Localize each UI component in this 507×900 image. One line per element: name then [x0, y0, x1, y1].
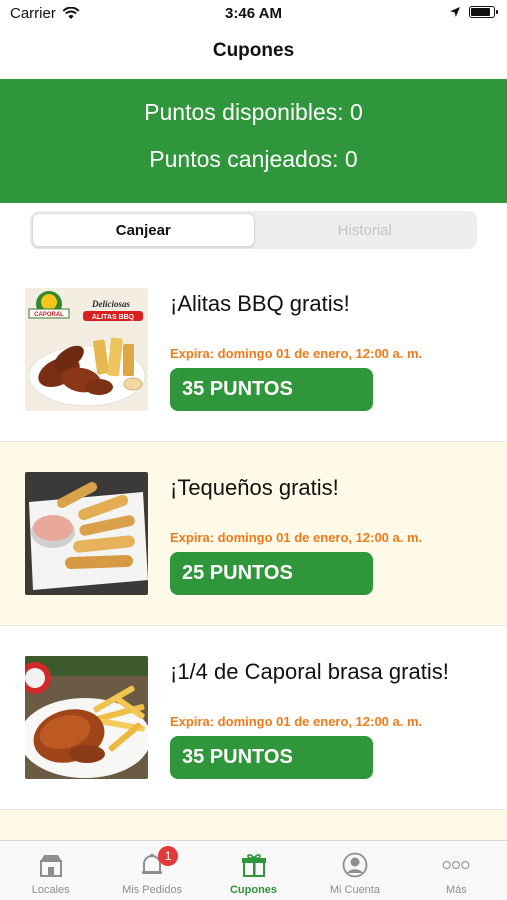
- tab-label: Mis Pedidos: [122, 884, 183, 896]
- available-points: Puntos disponibles: 0: [144, 99, 363, 125]
- promo-banner: ALITAS BBQ: [92, 314, 135, 321]
- status-right: [449, 6, 498, 18]
- battery-level: [471, 8, 490, 16]
- tab-bar: Locales 1 Mis Pedidos Cupones Mi Cuenta …: [0, 840, 507, 900]
- tab-historial[interactable]: Historial: [255, 213, 476, 247]
- coupon-list[interactable]: CAPORAL Deliciosas ALITAS BBQ ¡Alitas BB…: [0, 258, 507, 850]
- tab-mi-cuenta[interactable]: Mi Cuenta: [304, 841, 405, 900]
- tab-label: Mi Cuenta: [329, 884, 380, 896]
- tequenos-image: [25, 472, 148, 595]
- tab-mas[interactable]: Más: [406, 841, 507, 900]
- bbq-wings-image: CAPORAL Deliciosas ALITAS BBQ: [25, 288, 148, 411]
- coupon-item[interactable]: ¡1/4 de Caporal brasa gratis! Expira: do…: [0, 626, 507, 810]
- redeem-points-button[interactable]: 35 PUNTOS: [170, 736, 373, 779]
- tab-cupones[interactable]: Cupones: [203, 841, 304, 900]
- tab-mis-pedidos[interactable]: 1 Mis Pedidos: [101, 841, 202, 900]
- more-icon: [442, 851, 470, 879]
- coupon-expiry: Expira: domingo 01 de enero, 12:00 a. m.: [170, 714, 423, 729]
- redeem-points-button[interactable]: 25 PUNTOS: [170, 552, 373, 595]
- coupon-title: ¡Alitas BBQ gratis!: [170, 291, 350, 316]
- tab-label: Locales: [31, 884, 70, 896]
- coupon-expiry: Expira: domingo 01 de enero, 12:00 a. m.: [170, 530, 423, 545]
- orders-badge: 1: [158, 846, 179, 866]
- battery-icon: [469, 6, 498, 18]
- points-banner: Puntos disponibles: 0 Puntos canjeados: …: [0, 79, 507, 203]
- status-bar: Carrier 3:46 AM: [0, 0, 507, 30]
- redeemed-points: Puntos canjeados: 0: [149, 146, 358, 172]
- coupon-expiry: Expira: domingo 01 de enero, 12:00 a. m.: [170, 346, 423, 361]
- gift-icon: [240, 851, 268, 879]
- status-time: 3:46 AM: [225, 5, 282, 22]
- tab-label: Más: [445, 884, 467, 896]
- location-arrow-icon: [450, 7, 460, 17]
- roast-chicken-image: [25, 656, 148, 779]
- coupon-title: ¡1/4 de Caporal brasa gratis!: [170, 659, 449, 684]
- user-icon: [341, 851, 369, 879]
- promo-brand: CAPORAL: [34, 312, 64, 318]
- tab-locales[interactable]: Locales: [0, 841, 101, 900]
- coupon-title: ¡Tequeños gratis!: [170, 475, 339, 500]
- page-title: Cupones: [212, 40, 295, 61]
- promo-text: Deliciosas: [91, 299, 130, 309]
- segmented-control: Canjear Historial: [30, 211, 477, 249]
- coupon-item[interactable]: ¡Tequeños gratis! Expira: domingo 01 de …: [0, 442, 507, 626]
- redeem-points-button[interactable]: 35 PUNTOS: [170, 368, 373, 411]
- store-icon: [37, 851, 65, 879]
- coupon-item[interactable]: CAPORAL Deliciosas ALITAS BBQ ¡Alitas BB…: [0, 258, 507, 442]
- tab-canjear[interactable]: Canjear: [32, 213, 255, 247]
- tab-label: Cupones: [229, 884, 278, 896]
